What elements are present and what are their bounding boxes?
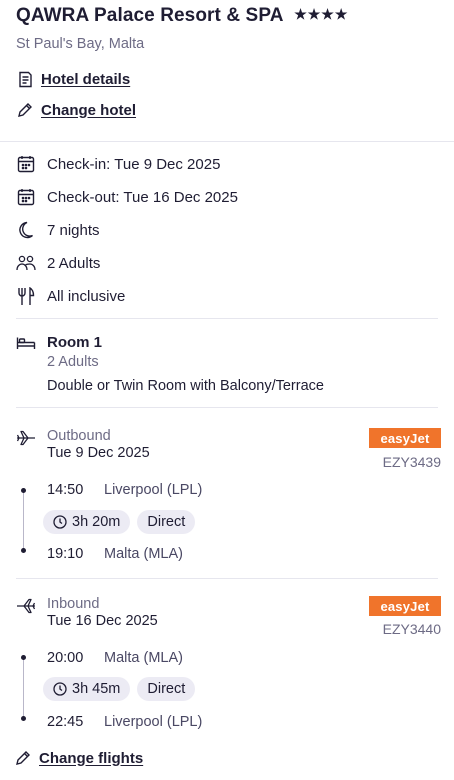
- stops-pill: Direct: [137, 510, 196, 534]
- section-divider: [16, 407, 438, 408]
- pencil-icon: [14, 749, 32, 767]
- clock-icon: [53, 682, 67, 696]
- hotel-name: QAWRA Palace Resort & SPA ★★★★: [16, 5, 348, 27]
- board-text: All inclusive: [47, 287, 126, 305]
- inbound-label: Inbound: [47, 596, 100, 612]
- document-icon: [16, 70, 34, 88]
- timeline-line: [23, 658, 24, 718]
- nights-row: 7 nights: [16, 220, 100, 240]
- duration-pill: 3h 20m: [43, 510, 131, 534]
- timeline-dot: [21, 548, 26, 553]
- hotel-details-row[interactable]: Hotel details: [16, 70, 130, 88]
- duration-text: 3h 20m: [72, 514, 121, 530]
- plane-departure-icon: [16, 429, 36, 447]
- checkout-text: Check-out: Tue 16 Dec 2025: [47, 188, 238, 206]
- checkin-text: Check-in: Tue 9 Dec 2025: [47, 155, 221, 173]
- flight-info-pills: 3h 20m Direct: [43, 510, 196, 534]
- checkin-row: Check-in: Tue 9 Dec 2025: [16, 154, 220, 174]
- inbound-date: Tue 16 Dec 2025: [47, 613, 158, 629]
- room-guests: 2 Adults: [47, 354, 99, 370]
- bed-icon: [16, 335, 36, 351]
- arrival-airport: Malta (MLA): [104, 546, 183, 562]
- section-divider: [0, 141, 454, 142]
- timeline-dot: [21, 716, 26, 721]
- flight-number: EZY3440: [382, 621, 441, 637]
- airline-logo: easyJet: [369, 428, 441, 448]
- pencil-icon: [16, 101, 34, 119]
- outbound-label: Outbound: [47, 428, 111, 444]
- departure-time: 20:00: [47, 650, 84, 666]
- guests-row: 2 Adults: [16, 253, 100, 273]
- change-flights-row[interactable]: Change flights: [14, 749, 143, 767]
- clock-icon: [53, 515, 67, 529]
- departure-time: 14:50: [47, 482, 84, 498]
- timeline-dot: [21, 488, 26, 493]
- hotel-details-link[interactable]: Hotel details: [41, 71, 130, 88]
- flight-info-pills: 3h 45m Direct: [43, 677, 196, 701]
- arrival-time: 19:10: [47, 546, 84, 562]
- room-title: Room 1: [47, 334, 103, 351]
- calendar-icon: [16, 154, 36, 174]
- change-flights-link[interactable]: Change flights: [39, 750, 143, 767]
- arrival-airport: Liverpool (LPL): [104, 714, 203, 730]
- people-icon: [16, 253, 36, 273]
- guests-text: 2 Adults: [47, 254, 101, 272]
- hotel-name-text: QAWRA Palace Resort & SPA: [16, 5, 283, 26]
- departure-airport: Liverpool (LPL): [104, 482, 203, 498]
- airline-logo: easyJet: [369, 596, 441, 616]
- board-row: All inclusive: [16, 286, 125, 306]
- duration-pill: 3h 45m: [43, 677, 131, 701]
- timeline-dot: [21, 655, 26, 660]
- star-rating: ★★★★: [294, 6, 349, 22]
- change-hotel-row[interactable]: Change hotel: [16, 101, 136, 119]
- duration-text: 3h 45m: [72, 681, 121, 697]
- checkout-row: Check-out: Tue 16 Dec 2025: [16, 187, 238, 207]
- nights-text: 7 nights: [47, 221, 100, 239]
- section-divider: [16, 318, 438, 319]
- change-hotel-link[interactable]: Change hotel: [41, 102, 136, 119]
- plane-return-icon: [16, 597, 36, 615]
- stops-pill: Direct: [137, 677, 196, 701]
- hotel-location: St Paul's Bay, Malta: [16, 36, 145, 52]
- outbound-date: Tue 9 Dec 2025: [47, 445, 150, 461]
- flight-number: EZY3439: [382, 454, 441, 470]
- room-type: Double or Twin Room with Balcony/Terrace: [47, 378, 324, 394]
- departure-airport: Malta (MLA): [104, 650, 183, 666]
- timeline-line: [23, 491, 24, 551]
- section-divider: [16, 578, 438, 579]
- cutlery-icon: [16, 286, 36, 306]
- calendar-icon: [16, 187, 36, 207]
- arrival-time: 22:45: [47, 714, 84, 730]
- moon-icon: [16, 220, 36, 240]
